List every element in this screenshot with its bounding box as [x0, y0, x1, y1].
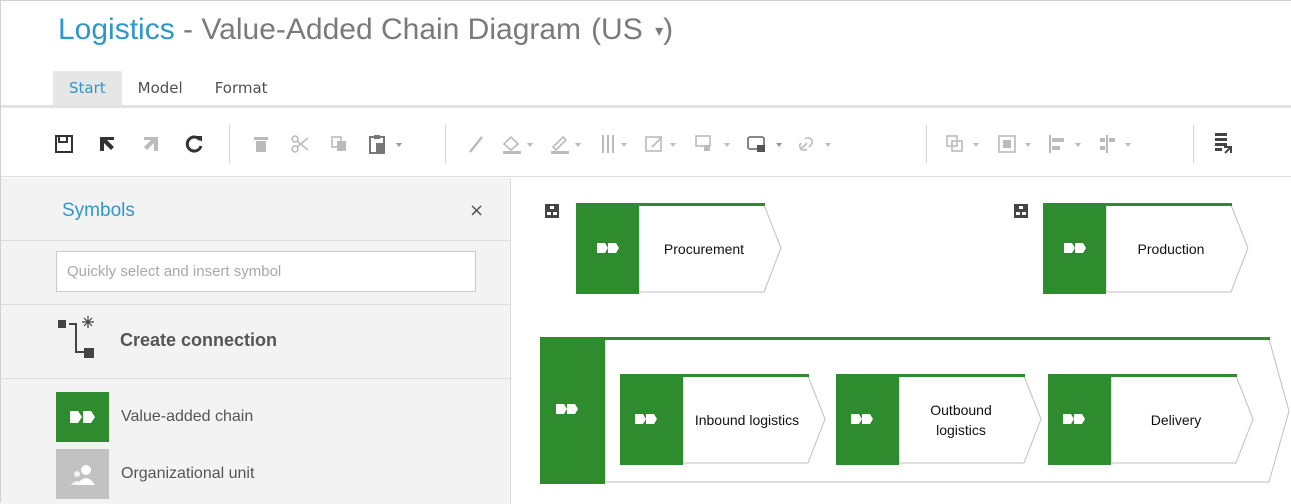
- vac-shape-procurement[interactable]: Procurement: [575, 202, 785, 295]
- arrange-icon[interactable]: [945, 133, 989, 155]
- page-title: Logistics - Value-Added Chain Diagram (US…: [58, 13, 673, 47]
- symbol-value-added-chain[interactable]: Value-added chain: [56, 392, 253, 442]
- tab-model[interactable]: Model: [122, 71, 199, 105]
- shape-icon[interactable]: [694, 133, 738, 155]
- symbol-organizational-unit[interactable]: Organizational unit: [56, 449, 254, 499]
- paste-icon[interactable]: [367, 133, 409, 155]
- language-label: (US: [591, 13, 643, 46]
- value-added-chain-icon: [56, 392, 109, 442]
- document-title: Value-Added Chain Diagram: [201, 13, 582, 46]
- toolbar-separator: [229, 125, 230, 163]
- edit-attributes-icon[interactable]: [644, 133, 684, 155]
- distribute-icon[interactable]: [1097, 133, 1141, 155]
- hierarchy-icon[interactable]: [545, 203, 559, 218]
- shape-label: Inbound logistics: [694, 411, 800, 428]
- toolbar: [1, 111, 1291, 177]
- title-separator: -: [174, 13, 202, 46]
- create-connection-button[interactable]: Create connection: [56, 314, 277, 366]
- divider: [1, 378, 511, 379]
- line-style-icon[interactable]: [599, 133, 635, 155]
- diagram-canvas[interactable]: Procurement Production Inbound logistics…: [512, 178, 1291, 504]
- ribbon-tabs: Start Model Format: [53, 71, 284, 105]
- tab-start[interactable]: Start: [53, 71, 122, 105]
- redo-icon[interactable]: [140, 133, 162, 155]
- save-icon[interactable]: [53, 133, 75, 155]
- line-color-icon[interactable]: [549, 133, 589, 155]
- format-painter-icon[interactable]: [467, 133, 485, 155]
- refresh-icon[interactable]: [183, 133, 205, 155]
- group-icon[interactable]: [997, 133, 1041, 155]
- align-icon[interactable]: [1047, 133, 1091, 155]
- app-window: Logistics - Value-Added Chain Diagram (US…: [0, 0, 1291, 504]
- divider: [1, 304, 511, 305]
- connection-tool-icon: [56, 314, 106, 366]
- close-icon[interactable]: ×: [469, 200, 484, 221]
- export-icon[interactable]: [1211, 133, 1235, 155]
- app-name: Logistics: [58, 13, 175, 46]
- toolbar-separator: [445, 125, 446, 163]
- tab-format[interactable]: Format: [199, 71, 284, 105]
- symbol-label: Organizational unit: [121, 465, 255, 482]
- connection-icon[interactable]: [746, 133, 790, 155]
- toolbar-separator: [1193, 125, 1194, 163]
- language-close-paren: ): [663, 13, 674, 46]
- symbols-panel-header: Symbols ×: [1, 178, 511, 241]
- organizational-unit-icon: [56, 449, 109, 499]
- shape-label: Outbound logistics: [930, 401, 992, 438]
- vac-shape-inbound-logistics[interactable]: Inbound logistics: [619, 373, 829, 466]
- undo-icon[interactable]: [96, 133, 118, 155]
- vac-shape-production[interactable]: Production: [1042, 202, 1252, 295]
- fill-color-icon[interactable]: [501, 133, 541, 155]
- symbols-panel: Symbols × Create connection Value-added …: [1, 178, 511, 504]
- header: Logistics - Value-Added Chain Diagram (US…: [1, 1, 1291, 108]
- shape-label: Procurement: [663, 240, 745, 257]
- shape-label: Delivery: [1150, 411, 1202, 428]
- vac-shape-outbound-logistics[interactable]: Outbound logistics: [835, 373, 1045, 466]
- delete-icon[interactable]: [251, 133, 271, 155]
- symbol-label: Value-added chain: [121, 408, 254, 425]
- chevron-down-icon: ▾: [655, 23, 664, 41]
- symbol-search-input[interactable]: [56, 251, 476, 292]
- vac-shape-delivery[interactable]: Delivery: [1047, 373, 1257, 466]
- language-selector[interactable]: (US ▾): [591, 13, 673, 46]
- toolbar-separator: [926, 125, 927, 163]
- link-icon[interactable]: [797, 133, 839, 155]
- symbols-panel-title: Symbols: [62, 200, 135, 221]
- shape-label: Production: [1137, 240, 1205, 257]
- hierarchy-icon[interactable]: [1014, 203, 1028, 218]
- create-connection-label: Create connection: [120, 329, 278, 350]
- copy-icon[interactable]: [328, 133, 350, 155]
- cut-icon[interactable]: [289, 133, 311, 155]
